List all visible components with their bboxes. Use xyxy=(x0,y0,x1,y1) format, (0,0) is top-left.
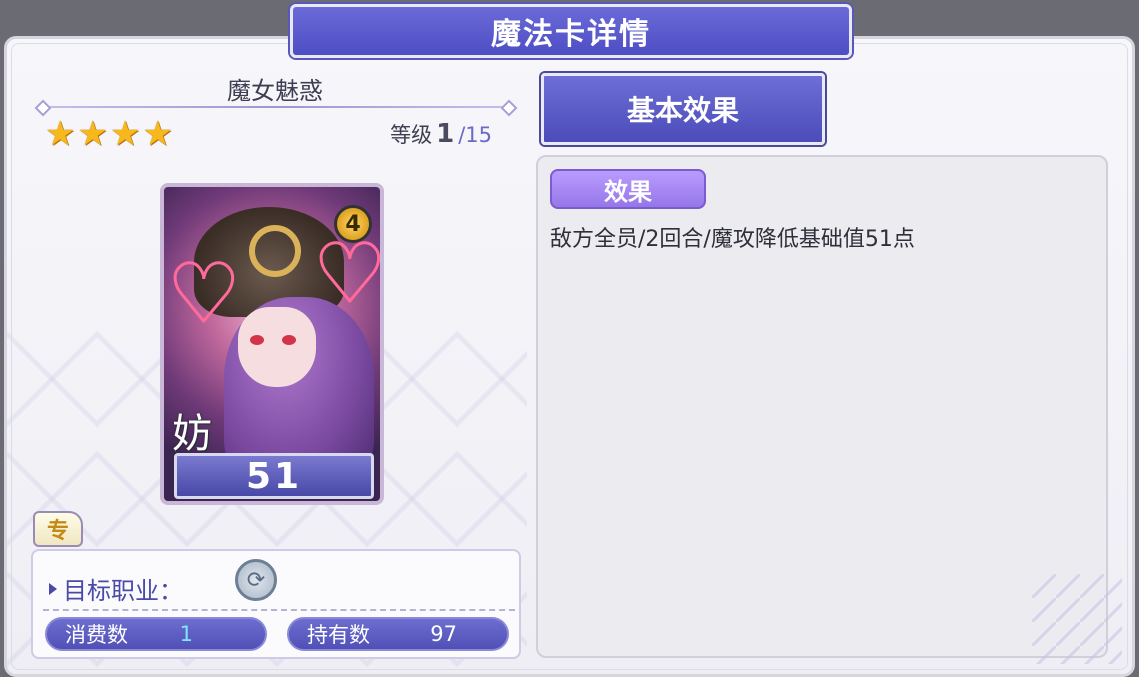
tab-basic-effect[interactable]: 基本效果 xyxy=(541,73,825,145)
target-job-label: 目标职业： xyxy=(63,577,183,605)
effect-description: 敌方全员/2回合/魔攻降低基础值51点 xyxy=(550,227,915,252)
card-value: 51 xyxy=(174,453,374,499)
corner-decoration xyxy=(1032,574,1122,664)
rarity-stars: ★ ★ ★ ★ xyxy=(45,117,173,151)
magic-card-art[interactable]: ♥ ♥ 4 妨 51 xyxy=(160,183,384,505)
hold-value: 97 xyxy=(430,622,457,646)
triangle-right-icon xyxy=(49,582,57,595)
star-icon: ★ xyxy=(109,114,141,154)
dashed-divider xyxy=(43,609,515,611)
level-label: 等级 xyxy=(390,123,433,147)
effect-tag: 效果 xyxy=(550,169,706,209)
page-title: 魔法卡详情 xyxy=(290,4,852,58)
star-icon: ★ xyxy=(45,114,76,154)
consume-value: 1 xyxy=(179,622,193,646)
hold-count-pill: 持有数 97 xyxy=(287,617,509,651)
card-name: 魔女魅惑 xyxy=(227,77,323,105)
level-display: 等级 1 /15 xyxy=(390,119,492,149)
heart-icon: ♥ xyxy=(167,246,242,342)
cost-badge: 4 xyxy=(334,205,372,243)
consume-count-pill: 消费数 1 xyxy=(45,617,267,651)
effect-panel: 效果 敌方全员/2回合/魔攻降低基础值51点 xyxy=(536,155,1108,658)
consume-label: 消费数 xyxy=(65,623,128,647)
star-icon: ★ xyxy=(77,114,108,154)
detail-panel: 魔女魅惑 ★ ★ ★ ★ 等级 1 /15 ♥ ♥ 4 妨 51 专 目标职业： ⟳ … xyxy=(4,36,1135,677)
hold-label: 持有数 xyxy=(307,623,370,647)
level-max: /15 xyxy=(458,123,492,147)
star-icon: ★ xyxy=(142,114,173,154)
exclusive-badge: 专 xyxy=(33,511,83,547)
level-current: 1 xyxy=(436,119,455,149)
card-art-eye xyxy=(250,335,264,345)
job-class-icon[interactable]: ⟳ xyxy=(235,559,277,601)
card-art-face xyxy=(238,307,316,387)
card-art-eye xyxy=(282,335,296,345)
info-box: 目标职业： ⟳ 消费数 1 持有数 97 xyxy=(31,549,521,659)
name-divider xyxy=(41,106,511,108)
card-type-kanji: 妨 xyxy=(172,411,212,457)
target-job-row: 目标职业： xyxy=(49,571,183,606)
